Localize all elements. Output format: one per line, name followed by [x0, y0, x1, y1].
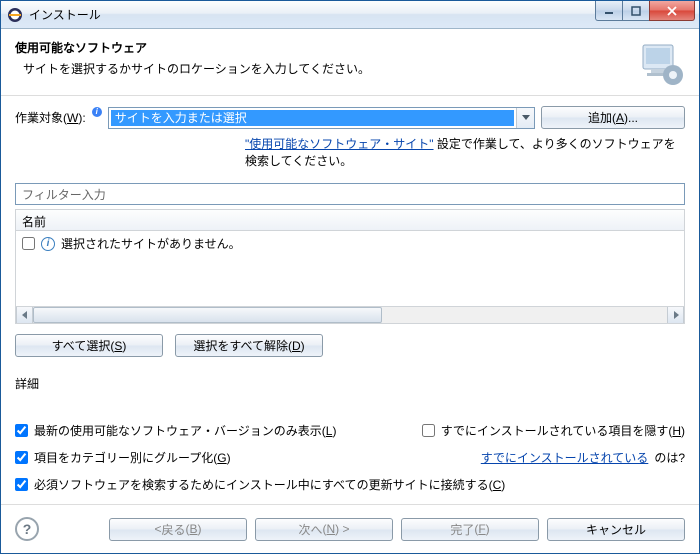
work-with-label: 作業対象(W): — [15, 109, 86, 126]
deselect-all-button[interactable]: 選択をすべて解除(D) — [175, 334, 323, 357]
select-all-button[interactable]: すべて選択(S) — [15, 334, 163, 357]
scroll-thumb[interactable] — [33, 307, 382, 323]
tree-column-header: 名前 — [15, 209, 685, 231]
close-button[interactable] — [649, 1, 695, 21]
work-with-combo[interactable]: サイトを入力または選択 — [108, 107, 535, 129]
show-latest-label: 最新の使用可能なソフトウェア・バージョンのみ表示(L) — [34, 422, 336, 439]
minimize-button[interactable] — [595, 1, 623, 21]
add-button[interactable]: 追加(A)... — [541, 106, 685, 129]
maximize-button[interactable] — [622, 1, 650, 21]
titlebar: インストール — [1, 1, 699, 29]
tree-row-label: 選択されたサイトがありません。 — [61, 235, 241, 252]
work-with-value: サイトを入力または選択 — [111, 110, 514, 126]
back-button[interactable]: < 戻る(B) — [109, 518, 247, 541]
hide-installed-checkbox[interactable] — [422, 424, 435, 437]
scroll-track[interactable] — [33, 307, 667, 323]
install-icon — [637, 39, 685, 87]
app-icon — [7, 7, 23, 23]
info-badge-icon: i — [92, 107, 102, 117]
header-panel: 使用可能なソフトウェア サイトを選択するかサイトのロケーションを入力してください… — [1, 29, 699, 96]
already-installed-link[interactable]: すでにインストールされている — [481, 449, 649, 466]
cancel-button[interactable]: キャンセル — [547, 518, 685, 541]
header-title: 使用可能なソフトウェア — [15, 39, 637, 56]
group-by-category-label: 項目をカテゴリー別にグループ化(G) — [34, 449, 231, 466]
group-by-category-checkbox[interactable] — [15, 451, 28, 464]
tree-body: i 選択されたサイトがありません。 — [15, 231, 685, 307]
contact-all-sites-label: 必須ソフトウェアを検索するためにインストール中にすべての更新サイトに接続する(C… — [34, 476, 505, 493]
details-label: 詳細 — [15, 375, 685, 392]
scroll-right-icon[interactable] — [667, 307, 684, 323]
contact-all-sites-checkbox[interactable] — [15, 478, 28, 491]
scroll-left-icon[interactable] — [16, 307, 33, 323]
help-button[interactable]: ? — [15, 517, 39, 541]
available-sites-link[interactable]: "使用可能なソフトウェア・サイト" — [245, 137, 434, 151]
show-latest-checkbox[interactable] — [15, 424, 28, 437]
filter-input[interactable]: フィルター入力 — [15, 183, 685, 205]
tree-row-checkbox[interactable] — [22, 237, 35, 250]
tree-row: i 選択されたサイトがありません。 — [22, 235, 678, 252]
finish-button[interactable]: 完了(F) — [401, 518, 539, 541]
horizontal-scrollbar[interactable] — [15, 307, 685, 324]
next-button[interactable]: 次へ(N) > — [255, 518, 393, 541]
info-icon: i — [41, 237, 55, 251]
hide-installed-label: すでにインストールされている項目を隠す(H) — [441, 422, 685, 439]
sites-hint: "使用可能なソフトウェア・サイト" 設定で作業して、より多くのソフトウェアを検索… — [15, 135, 685, 169]
chevron-down-icon[interactable] — [516, 108, 534, 128]
header-subtitle: サイトを選択するかサイトのロケーションを入力してください。 — [23, 60, 637, 77]
